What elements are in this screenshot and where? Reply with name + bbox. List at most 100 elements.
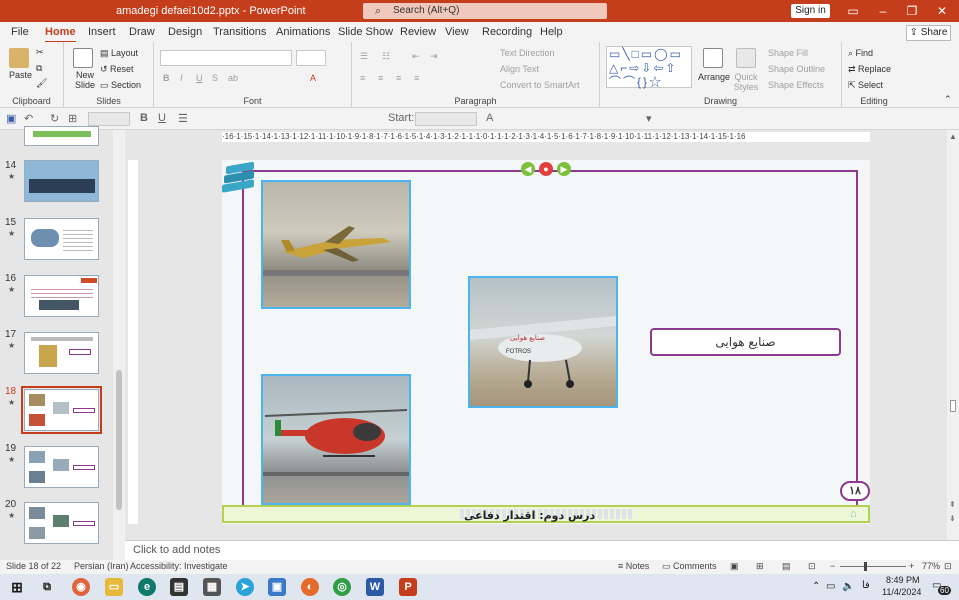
font-name-box[interactable] — [160, 50, 292, 66]
arrange-button[interactable]: Arrange — [698, 72, 730, 82]
app-window-icon[interactable]: ▣ — [268, 578, 286, 596]
align-center-icon[interactable]: ≡ — [378, 73, 383, 83]
zoom-in-icon[interactable]: + — [909, 561, 914, 571]
air-industries-label[interactable]: صنایع هوایی — [650, 328, 841, 356]
slide-sorter-icon[interactable]: ⊞ — [756, 561, 764, 572]
italic-icon[interactable]: I — [180, 73, 183, 83]
tray-chevron-icon[interactable]: ⌃ — [812, 581, 820, 592]
align-text-button[interactable]: Align Text — [500, 64, 539, 74]
chrome-icon[interactable]: ◎ — [333, 578, 351, 596]
tab-insert[interactable]: Insert — [88, 26, 116, 38]
slide-thumbnail-15[interactable] — [24, 218, 99, 260]
edge-icon[interactable]: e — [138, 578, 156, 596]
shadow-icon[interactable]: S — [212, 73, 218, 83]
underline-icon[interactable]: U — [196, 73, 203, 83]
scroll-thumb[interactable] — [950, 400, 956, 412]
slide-canvas[interactable]: ◀ ● ▶ صنایع هوایی FOTROS صنایع هوایی ۱۸ … — [222, 160, 870, 524]
align-right-icon[interactable]: ≡ — [396, 73, 401, 83]
replace-button[interactable]: ⇄ Replace — [848, 64, 891, 75]
qat-underline-icon[interactable]: U — [158, 112, 166, 124]
qat-font-color-icon[interactable]: A — [486, 112, 493, 124]
tab-draw[interactable]: Draw — [129, 26, 155, 38]
next-arrow-icon[interactable]: ▶ — [557, 162, 571, 176]
close-button[interactable]: ✕ — [932, 3, 952, 19]
arrange-icon[interactable] — [703, 48, 723, 68]
section-button[interactable]: ▭ Section — [100, 80, 141, 91]
slideshow-view-icon[interactable]: ⊡ — [808, 561, 816, 572]
text-direction-button[interactable]: Text Direction — [500, 48, 555, 58]
qat-bold-icon[interactable]: B — [140, 112, 148, 124]
clock-date[interactable]: 11/4/2024 — [882, 587, 921, 597]
restore-button[interactable]: ❐ — [902, 3, 922, 19]
telegram-icon[interactable]: ➤ — [236, 578, 254, 596]
copy-icon[interactable]: ⧉ — [36, 63, 42, 74]
reading-view-icon[interactable]: ▤ — [782, 561, 791, 572]
bullets-icon[interactable]: ☰ — [360, 51, 368, 62]
quick-styles-icon[interactable] — [736, 48, 756, 68]
file-explorer-icon[interactable]: ▭ — [105, 578, 123, 596]
tab-help[interactable]: Help — [540, 26, 563, 38]
bold-icon[interactable]: B — [163, 73, 170, 83]
tab-slide-show[interactable]: Slide Show — [338, 26, 393, 38]
redo-icon[interactable]: ↻ — [50, 112, 59, 125]
search-box[interactable]: ⌕ Search (Alt+Q) — [363, 3, 607, 19]
slide-thumbnail-13[interactable] — [24, 126, 99, 146]
presenter-icon[interactable]: ⊞ — [68, 112, 77, 125]
shape-fill-button[interactable]: Shape Fill — [768, 48, 808, 58]
align-left-icon[interactable]: ≡ — [360, 73, 365, 83]
scroll-up-icon[interactable]: ▲ — [949, 132, 957, 141]
notes-toggle[interactable]: ≡ Notes — [618, 561, 649, 571]
select-button[interactable]: ⇱ Select — [848, 80, 883, 91]
volume-icon[interactable]: 🔈 — [842, 581, 854, 592]
justify-icon[interactable]: ≡ — [414, 73, 419, 83]
slide-thumbnail-16[interactable] — [24, 275, 99, 317]
app-icon[interactable]: ◉ — [72, 578, 90, 596]
tab-transitions[interactable]: Transitions — [213, 26, 266, 38]
font-size-box[interactable] — [296, 50, 326, 66]
numbering-icon[interactable]: ☷ — [382, 51, 390, 62]
network-icon[interactable]: ▭ — [826, 581, 835, 592]
reset-button[interactable]: ↺ Reset — [100, 64, 134, 75]
powerpoint-icon[interactable]: P — [399, 578, 417, 596]
new-slide-button[interactable]: New Slide — [72, 70, 98, 90]
previous-slide-icon[interactable]: ⇞ — [949, 500, 956, 509]
slide-thumbnail-20[interactable] — [24, 502, 99, 544]
tab-file[interactable]: File — [11, 26, 29, 38]
layout-button[interactable]: ▤ Layout — [100, 48, 138, 59]
normal-view-icon[interactable]: ▣ — [730, 561, 739, 572]
qat-bullets-icon[interactable]: ☰ — [178, 112, 188, 125]
tab-recording[interactable]: Recording — [482, 26, 532, 38]
zoom-slider[interactable] — [840, 566, 906, 567]
cut-icon[interactable]: ✂ — [36, 47, 44, 58]
increase-indent-icon[interactable]: ⇥ — [430, 51, 438, 62]
decrease-indent-icon[interactable]: ⇤ — [412, 51, 420, 62]
paste-icon[interactable] — [9, 48, 29, 68]
tab-design[interactable]: Design — [168, 26, 202, 38]
editor-scrollbar[interactable]: ▲ ⇞ ⇟ — [947, 130, 959, 540]
scroll-thumb[interactable] — [116, 370, 122, 510]
slide-thumbnail-17[interactable] — [24, 332, 99, 374]
strikethrough-icon[interactable]: ab — [228, 73, 238, 83]
home-icon[interactable]: ⌂ — [850, 508, 857, 520]
accessibility-status[interactable]: Accessibility: Investigate — [130, 561, 228, 571]
sign-in-button[interactable]: Sign in — [791, 4, 830, 18]
language-indicator[interactable]: Persian (Iran) — [74, 561, 129, 571]
home-nav-icon[interactable]: ● — [539, 162, 553, 176]
windows-start-icon[interactable]: ⊞ — [8, 578, 26, 596]
slide-thumbnail-14[interactable] — [24, 160, 99, 202]
input-language[interactable]: فا — [862, 580, 870, 591]
next-slide-icon[interactable]: ⇟ — [949, 514, 956, 523]
share-button[interactable]: ⇪ Share — [906, 25, 951, 41]
helicopter-photo[interactable] — [261, 374, 411, 505]
zoom-slider-thumb[interactable] — [864, 562, 867, 571]
zoom-level[interactable]: 77% — [922, 561, 940, 571]
paste-button[interactable]: Paste — [9, 70, 32, 80]
qat-font-size-box[interactable] — [88, 112, 130, 126]
tab-home[interactable]: Home — [45, 26, 76, 43]
new-slide-icon[interactable] — [73, 48, 93, 68]
clock-time[interactable]: 8:49 PM — [886, 575, 920, 585]
qat-more-icon[interactable]: ▾ — [646, 112, 652, 125]
convert-smartart-button[interactable]: Convert to SmartArt — [500, 80, 580, 90]
shapes-gallery[interactable]: ▭╲□▭◯▭ △⌐⇨⇩⇦⇧ ⌒⌒{}☆ — [606, 46, 692, 89]
firefox-icon[interactable]: ◐ — [301, 578, 319, 596]
